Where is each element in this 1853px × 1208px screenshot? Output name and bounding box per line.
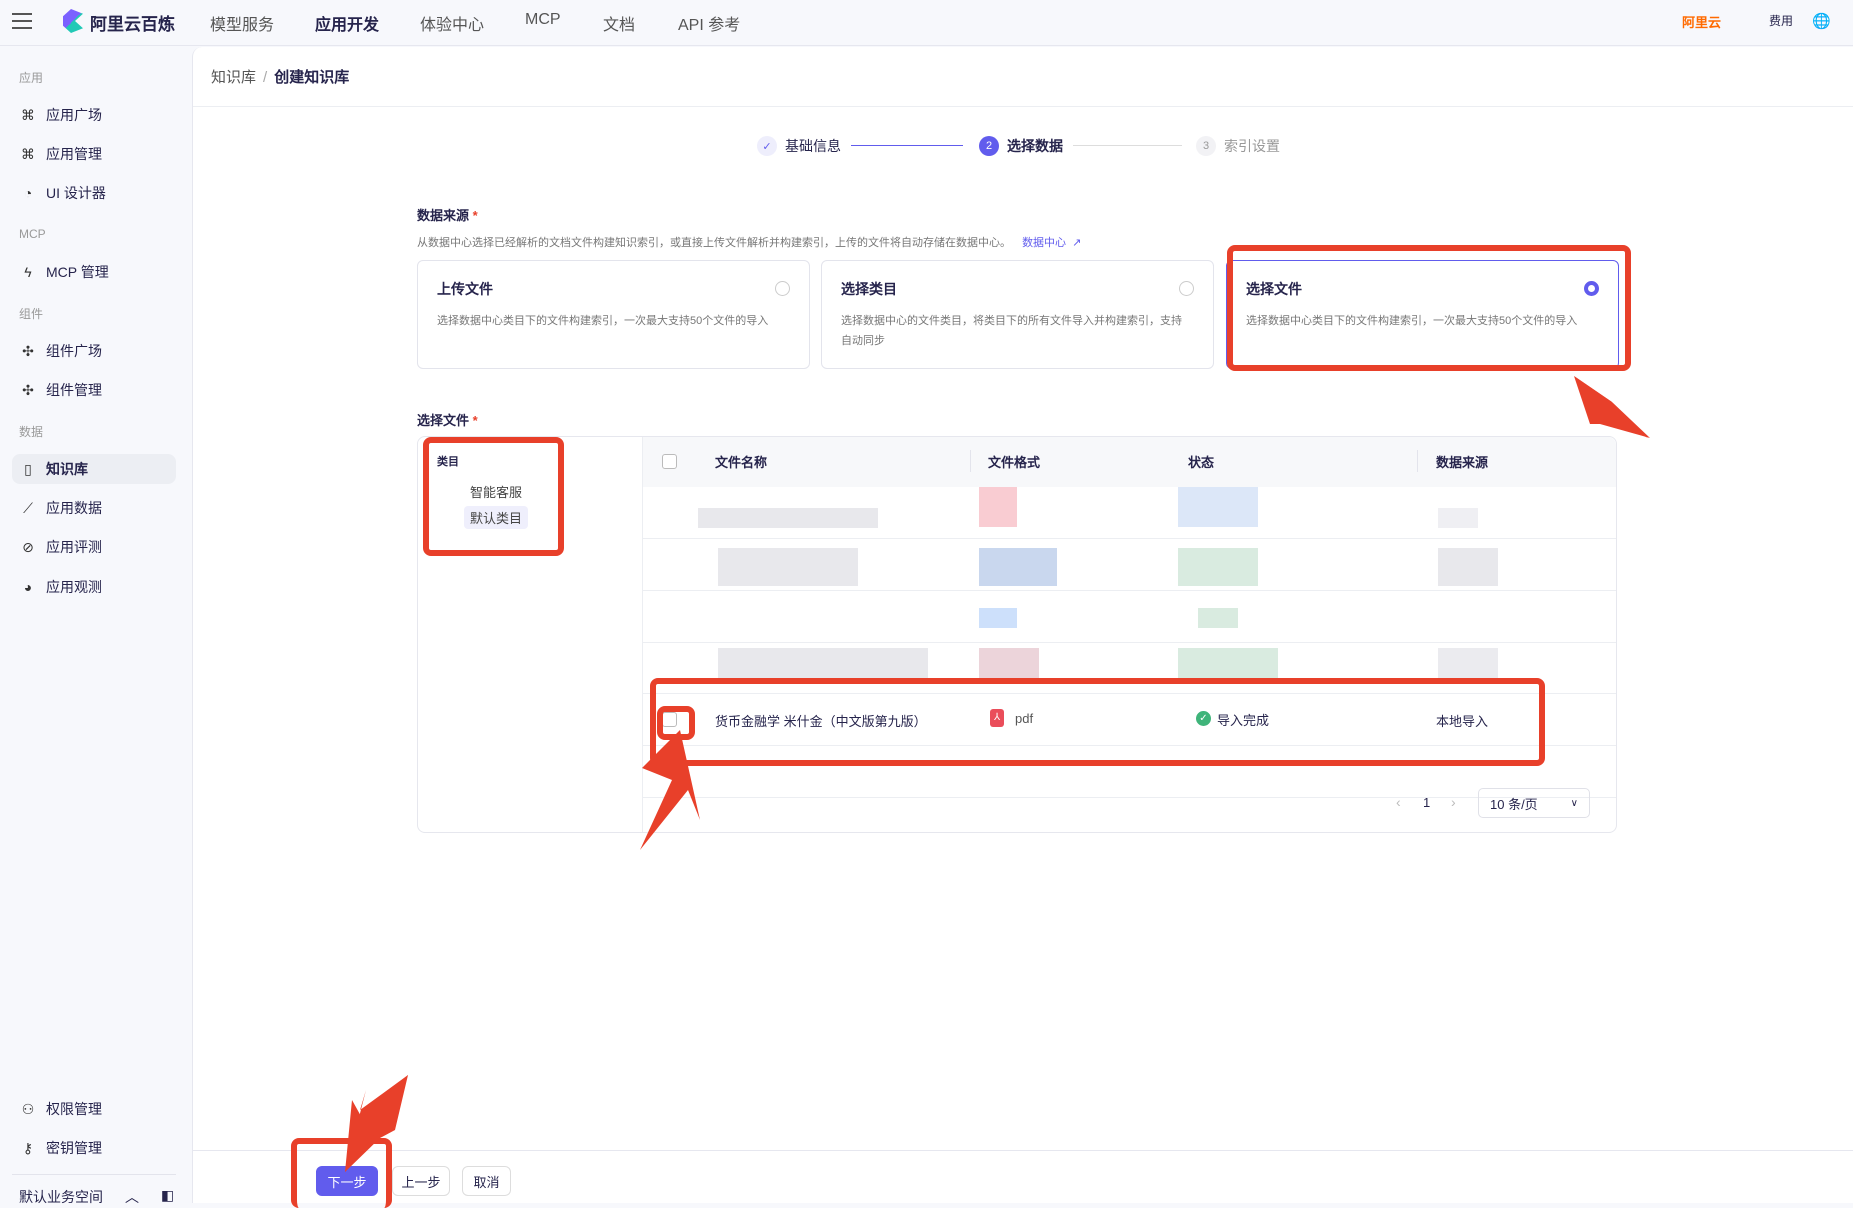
annotation-arrows	[345, 376, 1650, 1172]
arrow	[640, 730, 700, 850]
arrow	[345, 1075, 408, 1172]
arrow	[1574, 376, 1650, 438]
